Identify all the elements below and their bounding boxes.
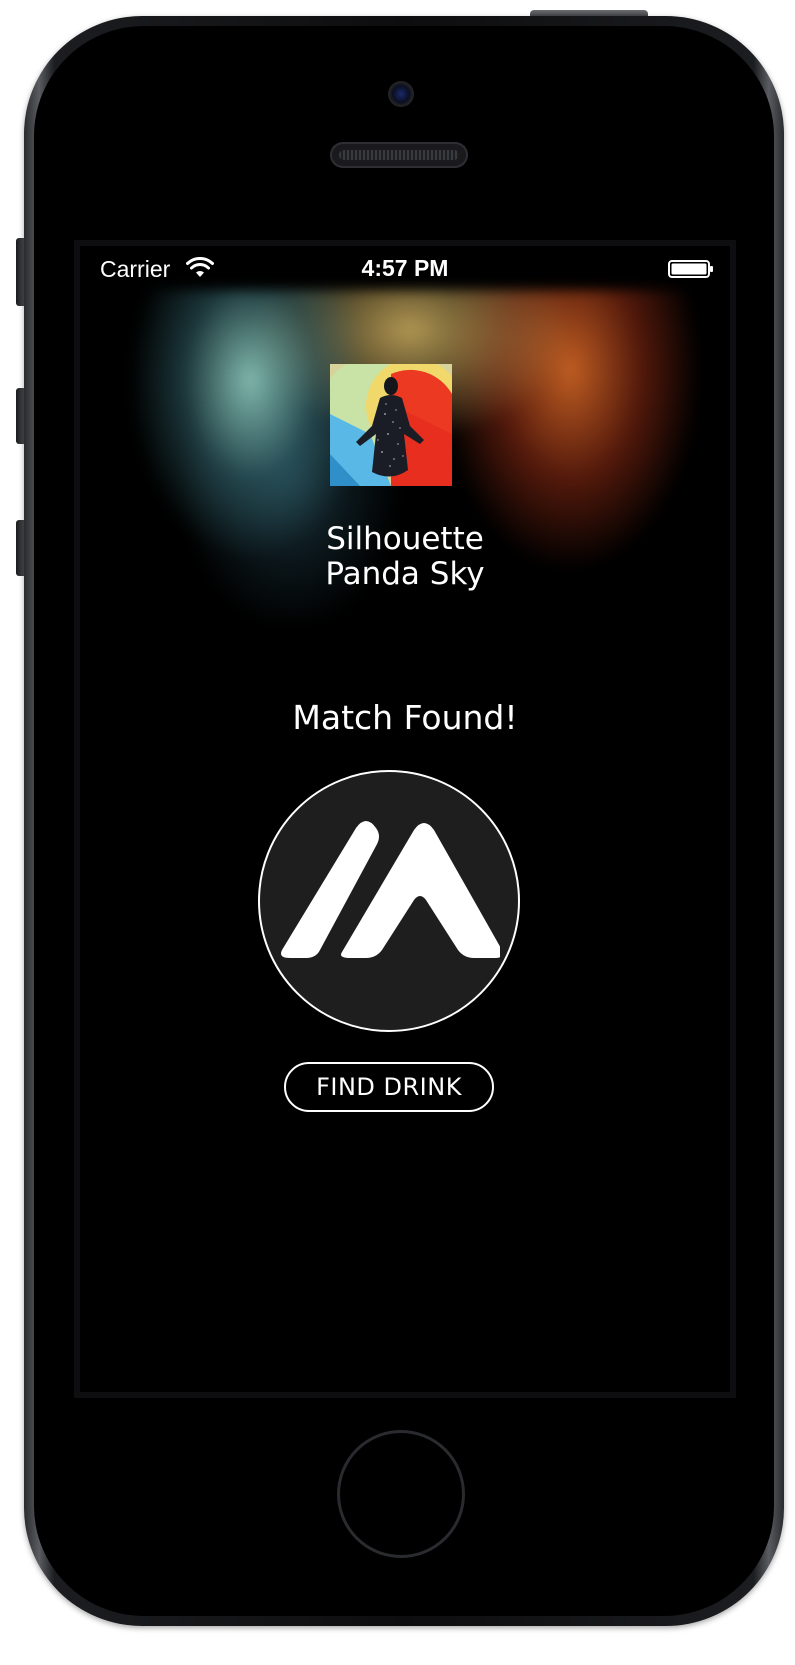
device-mockup: Carrier 4:57 PM Silhouette Panda Sky Mat… [0,0,795,1665]
track-title-line-1: Silhouette [326,521,484,557]
app-screen: Carrier 4:57 PM Silhouette Panda Sky Mat… [74,240,736,1398]
logo-badge [258,770,520,1032]
album-artwork [330,364,452,486]
find-drink-button[interactable]: FIND DRINK [284,1062,494,1112]
album-artwork-image [330,364,452,486]
earpiece-speaker [330,142,468,168]
m-logo-icon [281,821,500,958]
track-title: Silhouette Panda Sky [80,522,730,592]
clock: 4:57 PM [361,255,449,281]
battery-icon [668,260,713,278]
front-camera [388,81,414,107]
status-bar: Carrier 4:57 PM [80,246,730,290]
home-button[interactable] [337,1430,465,1558]
track-title-line-2: Panda Sky [325,556,485,592]
match-found-label: Match Found! [292,698,518,737]
